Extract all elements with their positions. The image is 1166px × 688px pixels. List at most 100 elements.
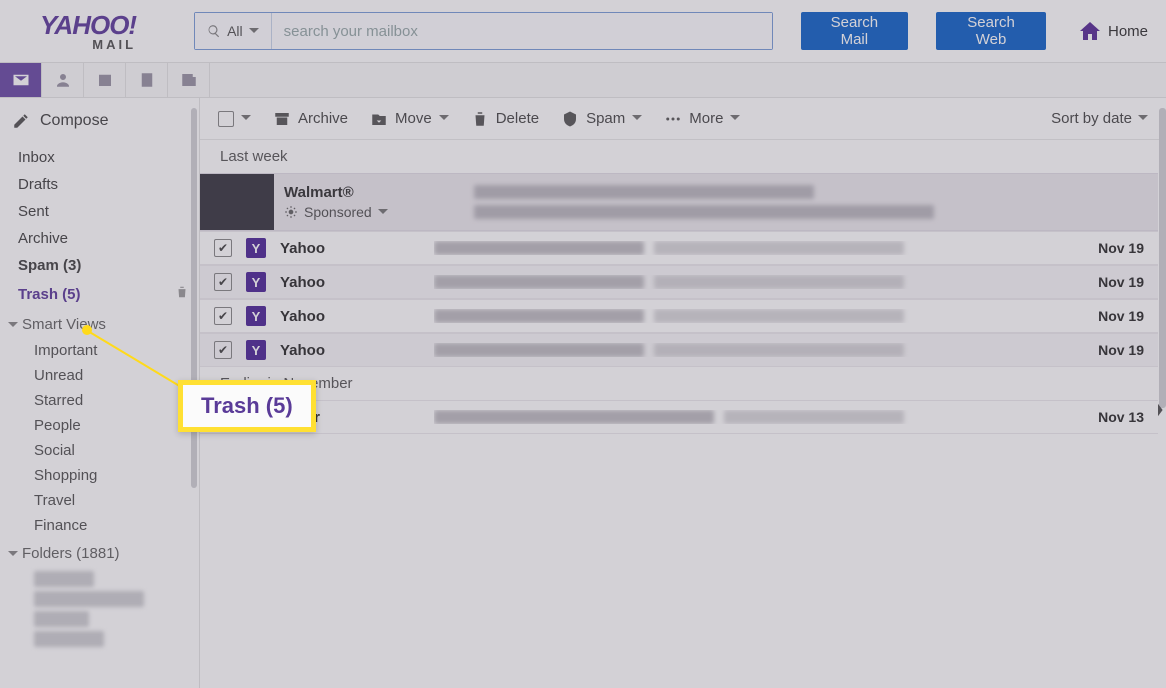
select-all-checkbox[interactable]	[218, 110, 251, 127]
archive-button[interactable]: Archive	[273, 110, 348, 128]
message-list: Last week Walmart® Sponsored Y Yahoo Nov 1…	[200, 140, 1166, 688]
row-checkbox[interactable]	[214, 273, 232, 291]
row-preview-redacted	[654, 309, 904, 323]
chevron-down-icon	[249, 23, 259, 39]
custom-folder-redacted[interactable]	[34, 631, 104, 647]
tab-mail[interactable]	[0, 63, 42, 97]
smart-view-people[interactable]: People	[0, 413, 199, 438]
folder-trash[interactable]: Trash (5)	[0, 279, 199, 309]
move-button[interactable]: Move	[370, 110, 449, 128]
folder-drafts[interactable]: Drafts	[0, 171, 199, 198]
home-icon	[1078, 19, 1102, 43]
search-scope-dropdown[interactable]: All	[195, 13, 272, 49]
custom-folder-redacted[interactable]	[34, 591, 144, 607]
ad-subject-redacted	[474, 185, 814, 199]
sort-dropdown[interactable]: Sort by date	[1051, 110, 1148, 127]
message-row[interactable]: Flickr Nov 13	[200, 400, 1158, 434]
shield-x-icon	[561, 110, 579, 128]
app-tabs	[0, 62, 1166, 98]
delete-button[interactable]: Delete	[471, 110, 539, 128]
tab-contacts[interactable]	[42, 63, 84, 97]
row-preview-redacted	[654, 241, 904, 255]
tab-calendar[interactable]	[84, 63, 126, 97]
search-scope-label: All	[227, 23, 243, 39]
row-sender: Yahoo	[280, 342, 420, 359]
section-folders[interactable]: Folders (1881)	[0, 538, 199, 567]
message-row[interactable]: Y Yahoo Nov 19	[200, 333, 1158, 367]
message-row[interactable]: Y Yahoo Nov 19	[200, 231, 1158, 265]
smart-view-unread[interactable]: Unread	[0, 363, 199, 388]
sidebar: Compose Inbox Drafts Sent Archive Spam (…	[0, 98, 200, 688]
row-date: Nov 19	[1074, 274, 1144, 290]
group-last-week: Last week	[200, 140, 1158, 173]
search-input[interactable]	[272, 13, 772, 49]
calendar-icon	[95, 71, 115, 89]
row-date: Nov 13	[1074, 409, 1144, 425]
toolbar: Archive Move Delete Spam More	[200, 98, 1166, 140]
smart-view-finance[interactable]: Finance	[0, 513, 199, 538]
smart-view-social[interactable]: Social	[0, 438, 199, 463]
row-date: Nov 19	[1074, 342, 1144, 358]
message-row[interactable]: Y Yahoo Nov 19	[200, 299, 1158, 333]
section-smart-views[interactable]: Smart Views	[0, 309, 199, 338]
spam-button[interactable]: Spam	[561, 110, 642, 128]
message-row[interactable]: Y Yahoo Nov 19	[200, 265, 1158, 299]
row-sender: Yahoo	[280, 274, 420, 291]
news-icon	[179, 71, 199, 89]
smart-view-travel[interactable]: Travel	[0, 488, 199, 513]
folder-spam[interactable]: Spam (3)	[0, 252, 199, 279]
row-date: Nov 19	[1074, 240, 1144, 256]
trash-icon[interactable]	[175, 284, 189, 304]
row-preview-redacted	[654, 275, 904, 289]
smart-view-starred[interactable]: Starred	[0, 388, 199, 413]
yahoo-icon: Y	[246, 238, 266, 258]
yahoo-icon: Y	[246, 340, 266, 360]
row-checkbox[interactable]	[214, 341, 232, 359]
ad-preview-redacted	[474, 205, 934, 219]
yahoo-icon: Y	[246, 306, 266, 326]
home-label: Home	[1108, 23, 1148, 40]
notepad-icon	[137, 71, 157, 89]
custom-folder-redacted[interactable]	[34, 611, 89, 627]
yahoo-icon: Y	[246, 272, 266, 292]
row-subject-redacted	[434, 241, 644, 255]
yahoo-mail-logo[interactable]: YAHOO! MAIL	[40, 10, 136, 52]
chevron-down-icon	[8, 320, 18, 330]
search-web-button[interactable]: Search Web	[936, 12, 1046, 50]
chevron-down-icon	[439, 110, 449, 127]
home-link[interactable]: Home	[1078, 19, 1148, 43]
row-preview-redacted	[724, 410, 904, 424]
more-button[interactable]: More	[664, 110, 740, 128]
ad-sender: Walmart®	[284, 184, 454, 201]
row-preview-redacted	[654, 343, 904, 357]
row-subject-redacted	[434, 275, 644, 289]
custom-folder-redacted[interactable]	[34, 571, 94, 587]
move-icon	[370, 110, 388, 128]
folder-inbox[interactable]: Inbox	[0, 144, 199, 171]
row-checkbox[interactable]	[214, 307, 232, 325]
folder-sent[interactable]: Sent	[0, 198, 199, 225]
sponsored-ad-row[interactable]: Walmart® Sponsored	[200, 173, 1158, 231]
smart-view-important[interactable]: Important	[0, 338, 199, 363]
folder-archive[interactable]: Archive	[0, 225, 199, 252]
row-subject-redacted	[434, 410, 714, 424]
row-sender: Yahoo	[280, 240, 420, 257]
row-subject-redacted	[434, 309, 644, 323]
mail-icon	[11, 71, 31, 89]
ad-thumbnail	[200, 174, 274, 230]
row-date: Nov 19	[1074, 308, 1144, 324]
pencil-icon	[12, 112, 30, 130]
row-checkbox[interactable]	[214, 239, 232, 257]
search-mail-button[interactable]: Search Mail	[801, 12, 908, 50]
search-icon	[207, 24, 221, 38]
sponsored-tag[interactable]: Sponsored	[284, 204, 454, 220]
smart-view-shopping[interactable]: Shopping	[0, 463, 199, 488]
compose-button[interactable]: Compose	[0, 106, 199, 144]
chevron-down-icon	[378, 204, 388, 220]
chevron-down-icon	[730, 110, 740, 127]
more-icon	[664, 110, 682, 128]
tab-news[interactable]	[168, 63, 210, 97]
tab-notepad[interactable]	[126, 63, 168, 97]
row-sender: Yahoo	[280, 308, 420, 325]
contacts-icon	[53, 71, 73, 89]
